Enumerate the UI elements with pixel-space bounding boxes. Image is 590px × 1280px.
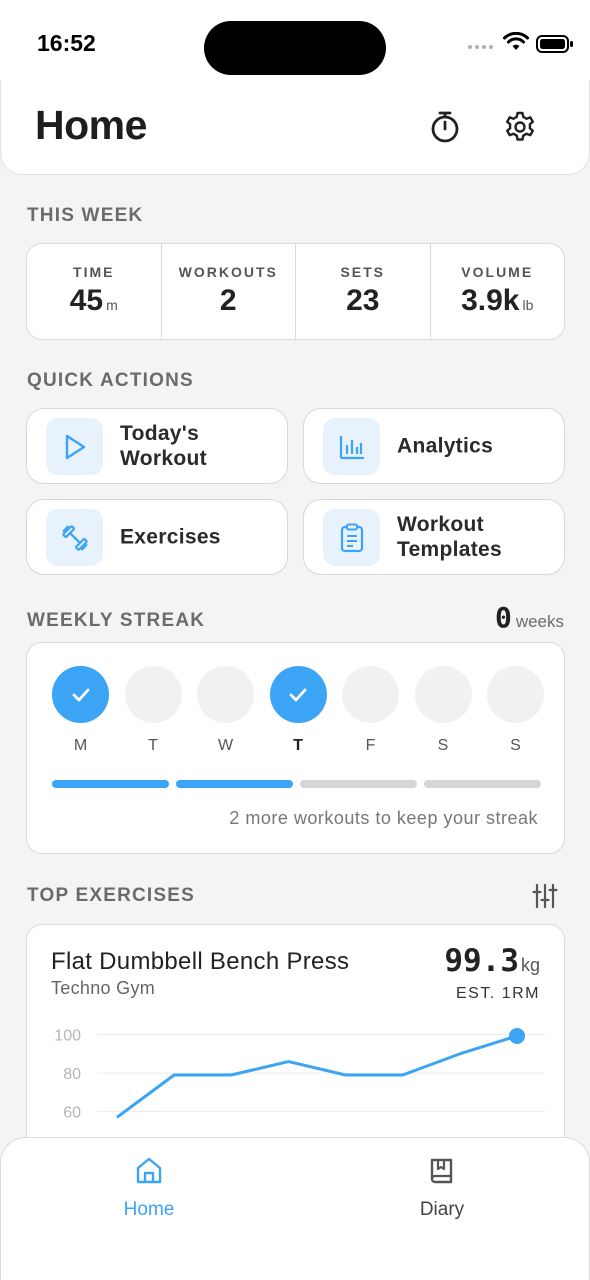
gear-icon[interactable] bbox=[502, 109, 538, 145]
top-exercises-title: TOP EXERCISES bbox=[27, 885, 196, 906]
streak-days: MTWTFSS bbox=[52, 666, 544, 755]
book-icon bbox=[430, 1158, 453, 1184]
day-letter: F bbox=[365, 737, 376, 754]
streak-day: S bbox=[487, 666, 544, 755]
chart-last-point bbox=[509, 1027, 525, 1044]
streak-day: T bbox=[269, 666, 327, 755]
check-icon bbox=[289, 688, 307, 701]
streak-progress-segment bbox=[424, 780, 541, 788]
streak-day: S bbox=[414, 666, 472, 755]
check-icon bbox=[72, 688, 89, 701]
stat-sets: SETS 23 bbox=[296, 244, 431, 339]
day-complete-circle bbox=[269, 666, 327, 723]
exercises-button[interactable]: Exercises bbox=[26, 499, 288, 575]
streak-progress-segment bbox=[52, 780, 169, 788]
streak-day: M bbox=[52, 666, 109, 755]
battery-icon bbox=[536, 35, 573, 53]
dumbbell-icon bbox=[46, 509, 103, 566]
chart-series-line bbox=[116, 1034, 518, 1119]
day-empty-circle bbox=[487, 666, 544, 723]
nav-diary-label: Diary bbox=[419, 1199, 465, 1220]
day-empty-circle bbox=[414, 666, 472, 723]
streak-day: W bbox=[197, 666, 254, 755]
bar-chart-icon bbox=[323, 418, 380, 475]
wifi-icon bbox=[503, 32, 529, 50]
day-letter: M bbox=[73, 737, 88, 754]
streak-day: T bbox=[124, 666, 182, 755]
day-letter: S bbox=[437, 737, 449, 754]
weekly-stats: TIME 45 m WORKOUTS 2 SETS 23 VOLUME 3.9k l… bbox=[26, 243, 565, 340]
play-icon bbox=[46, 418, 103, 475]
day-letter: T bbox=[148, 737, 158, 754]
stat-volume: VOLUME 3.9k lb bbox=[461, 264, 534, 317]
day-complete-circle bbox=[52, 666, 109, 723]
streak-progress-segment bbox=[300, 780, 417, 788]
streak-day: F bbox=[342, 666, 399, 755]
this-week-title: THIS WEEK bbox=[27, 205, 144, 226]
stat-time: TIME 45 m bbox=[27, 244, 162, 339]
analytics-button[interactable]: Analytics bbox=[303, 408, 565, 484]
nav-home[interactable]: Home bbox=[89, 1156, 209, 1221]
chart-y-tick: 60 bbox=[63, 1105, 81, 1122]
exercise-value: 99.3 kg bbox=[444, 943, 540, 979]
workout-templates-button[interactable]: Workout Templates bbox=[303, 499, 565, 575]
nav-diary[interactable]: Diary bbox=[382, 1156, 502, 1221]
header: Home bbox=[0, 80, 590, 175]
chart-y-tick: 100 bbox=[54, 1028, 81, 1045]
day-letter: T bbox=[293, 737, 303, 754]
stat-workouts: WORKOUTS 2 bbox=[162, 244, 296, 339]
clipboard-icon bbox=[323, 509, 380, 566]
chart-y-tick: 80 bbox=[63, 1066, 81, 1083]
streak-progress bbox=[52, 780, 541, 788]
weekly-streak-title: WEEKLY STREAK bbox=[27, 610, 206, 631]
status-bar: 16:52 bbox=[0, 0, 590, 86]
status-time: 16:52 bbox=[37, 30, 96, 56]
sliders-icon[interactable] bbox=[532, 883, 558, 909]
stopwatch-icon[interactable] bbox=[427, 109, 463, 145]
streak-message: 2 more workouts to keep your streak bbox=[229, 808, 538, 828]
day-empty-circle bbox=[197, 666, 254, 723]
exercise-metric: EST. 1RM bbox=[455, 985, 540, 1002]
home-icon bbox=[136, 1157, 162, 1184]
day-empty-circle bbox=[342, 666, 399, 723]
bottom-nav: Home Diary bbox=[0, 1137, 590, 1280]
signal-icon bbox=[468, 45, 493, 49]
streak-card: M T W T F S S 2 more workouts to keep your str… bbox=[26, 642, 565, 854]
day-empty-circle bbox=[124, 666, 182, 723]
day-letter: W bbox=[217, 737, 234, 754]
todays-workout-button[interactable]: Today's Workout bbox=[26, 408, 288, 484]
page-title: Home bbox=[35, 102, 147, 148]
dynamic-island bbox=[204, 21, 386, 75]
quick-actions-title: QUICK ACTIONS bbox=[27, 370, 194, 391]
day-letter: S bbox=[510, 737, 521, 754]
streak-count: 0 weeks bbox=[494, 601, 564, 634]
exercise-gym: Techno Gym bbox=[51, 978, 156, 998]
exercise-name: Flat Dumbbell Bench Press bbox=[51, 948, 350, 975]
nav-home-label: Home bbox=[123, 1199, 175, 1220]
streak-progress-segment bbox=[176, 780, 293, 788]
